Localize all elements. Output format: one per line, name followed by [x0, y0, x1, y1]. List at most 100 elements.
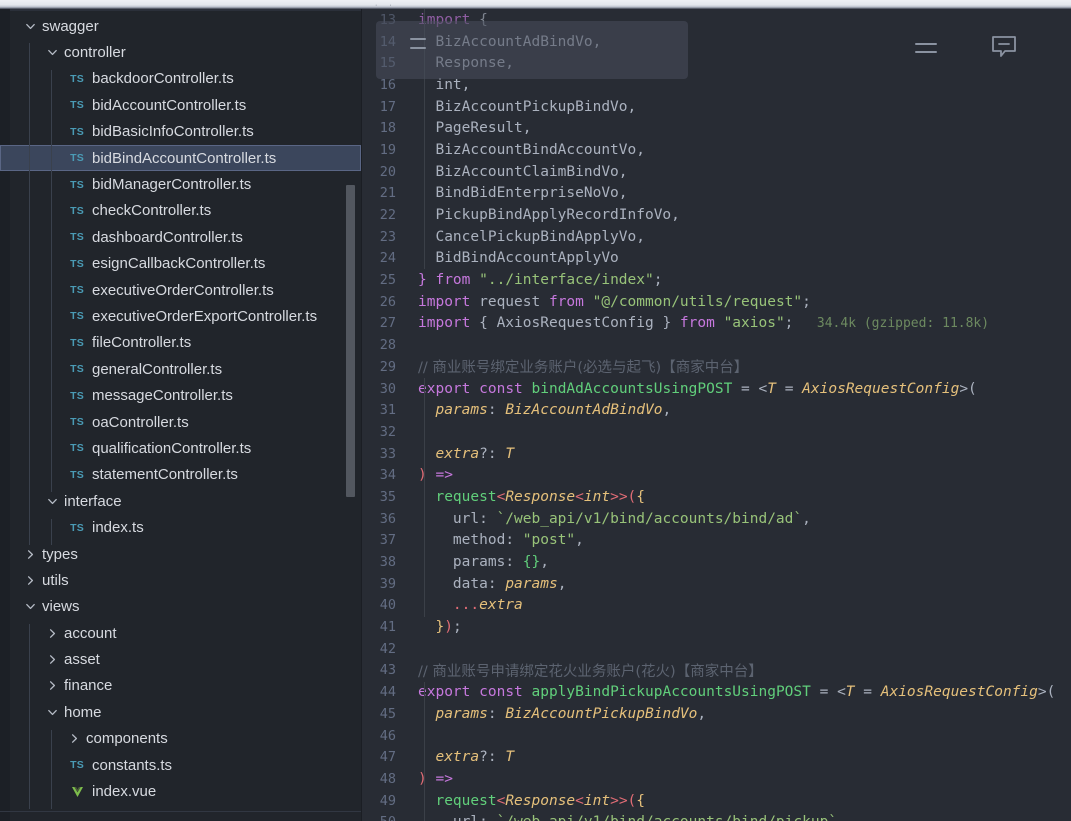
- code-line[interactable]: 33 extra?: T: [362, 443, 1071, 465]
- chevron-down-icon[interactable]: [44, 704, 60, 720]
- code-line[interactable]: 20 BizAccountClaimBindVo,: [362, 161, 1071, 183]
- chevron-right-icon[interactable]: [22, 572, 38, 588]
- code-line[interactable]: 15 Response,: [362, 52, 1071, 74]
- chevron-down-icon[interactable]: [22, 599, 38, 615]
- code-editor-pane[interactable]: 13 import {14 BizAccountAdBindVo, 15 Respo…: [362, 9, 1071, 821]
- line-number: 14: [379, 33, 396, 50]
- code-line[interactable]: 25} from "../interface/index";: [362, 269, 1071, 291]
- code-lines[interactable]: 13 import {14 BizAccountAdBindVo, 15 Respo…: [362, 9, 1071, 821]
- tree-file-qualificationcontroller-ts[interactable]: TS qualificationController.ts: [0, 435, 361, 461]
- tree-file-backdoorcontroller-ts[interactable]: TS backdoorController.ts: [0, 66, 361, 92]
- code-line[interactable]: 44 export const applyBindPickupAccountsUs…: [362, 681, 1071, 703]
- code-line[interactable]: 41 });: [362, 616, 1071, 638]
- tree-item-label: constants.ts: [92, 756, 173, 774]
- code-line[interactable]: 42: [362, 638, 1071, 660]
- tree-file-oacontroller-ts[interactable]: TS oaController.ts: [0, 409, 361, 435]
- tree-file-dashboardcontroller-ts[interactable]: TS dashboardController.ts: [0, 224, 361, 250]
- code-line[interactable]: 19 BizAccountBindAccountVo,: [362, 139, 1071, 161]
- tree-file-constants-ts[interactable]: TS constants.ts: [0, 752, 361, 778]
- code-line[interactable]: 49 request<Response<int>>({: [362, 790, 1071, 812]
- tree-folder-interface[interactable]: interface: [0, 488, 361, 514]
- tree-folder-controller[interactable]: controller: [0, 39, 361, 65]
- tree-file-messagecontroller-ts[interactable]: TS messageController.ts: [0, 382, 361, 408]
- tree-folder-types[interactable]: types: [0, 541, 361, 567]
- tree-folder-swagger[interactable]: swagger: [0, 13, 361, 39]
- typescript-file-icon: TS: [70, 416, 84, 429]
- tree-folder-asset[interactable]: asset: [0, 646, 361, 672]
- chevron-right-icon[interactable]: [44, 678, 60, 694]
- file-tree[interactable]: swagger controller TS backdoorController.ts…: [0, 13, 361, 809]
- code-line[interactable]: 23 CancelPickupBindApplyVo,: [362, 226, 1071, 248]
- code-line[interactable]: 32: [362, 421, 1071, 443]
- code-line[interactable]: 29 // 商业账号绑定业务账户(必选与起飞)【商家中台】: [362, 356, 1071, 378]
- tree-file-checkcontroller-ts[interactable]: TS checkController.ts: [0, 198, 361, 224]
- sidebar-bottom-divider: [0, 811, 361, 812]
- code-line[interactable]: 22 PickupBindApplyRecordInfoVo,: [362, 204, 1071, 226]
- comment-bubble-icon[interactable]: [990, 34, 1018, 58]
- tree-file-bidaccountcontroller-ts[interactable]: TS bidAccountController.ts: [0, 92, 361, 118]
- tree-indent-guide: [29, 624, 30, 809]
- code-line[interactable]: 40 ...extra: [362, 595, 1071, 617]
- code-line[interactable]: 14 BizAccountAdBindVo,: [362, 31, 1071, 53]
- code-line[interactable]: 34) =>: [362, 464, 1071, 486]
- code-line[interactable]: 28: [362, 334, 1071, 356]
- code-line[interactable]: 16 int,: [362, 74, 1071, 96]
- tree-folder-components[interactable]: components: [0, 726, 361, 752]
- tree-file-esigncallbackcontroller-ts[interactable]: TS esignCallbackController.ts: [0, 251, 361, 277]
- tree-folder-utils[interactable]: utils: [0, 567, 361, 593]
- chevron-right-icon[interactable]: [66, 731, 82, 747]
- tree-indent-guide: [51, 518, 52, 545]
- chevron-down-icon[interactable]: [22, 18, 38, 34]
- tree-indent-guide: [51, 69, 52, 493]
- chevron-right-icon[interactable]: [44, 652, 60, 668]
- code-line[interactable]: 13 import {: [362, 9, 1071, 31]
- sidebar-scrollbar-thumb[interactable]: [346, 185, 355, 497]
- code-line-text: BizAccountAdBindVo,: [418, 33, 602, 50]
- code-line[interactable]: 38 params: {},: [362, 551, 1071, 573]
- code-line[interactable]: 17 BizAccountPickupBindVo,: [362, 96, 1071, 118]
- code-line[interactable]: 47 extra?: T: [362, 746, 1071, 768]
- code-line-text: ...extra: [418, 597, 523, 614]
- chevron-down-icon[interactable]: [44, 45, 60, 61]
- code-line[interactable]: 30 export const bindAdAccountsUsingPOST =…: [362, 378, 1071, 400]
- code-line[interactable]: 26 import request from "@/common/utils/re…: [362, 291, 1071, 313]
- tree-file-bidmanagercontroller-ts[interactable]: TS bidManagerController.ts: [0, 171, 361, 197]
- tree-folder-account[interactable]: account: [0, 620, 361, 646]
- code-line[interactable]: 21 BindBidEnterpriseNoVo,: [362, 183, 1071, 205]
- chevron-right-icon[interactable]: [44, 625, 60, 641]
- code-line[interactable]: 50 url: `/web_api/v1/bind/accounts/bind/…: [362, 811, 1071, 821]
- code-line[interactable]: 46: [362, 725, 1071, 747]
- code-line[interactable]: 45 params: BizAccountPickupBindVo,: [362, 703, 1071, 725]
- tree-file-executiveordercontroller-ts[interactable]: TS executiveOrderController.ts: [0, 277, 361, 303]
- file-explorer-sidebar[interactable]: swagger controller TS backdoorController.ts…: [0, 9, 362, 821]
- tree-file-index-ts[interactable]: TS index.ts: [0, 514, 361, 540]
- code-line[interactable]: 24 BidBindAccountApplyVo: [362, 248, 1071, 270]
- tree-folder-finance[interactable]: finance: [0, 673, 361, 699]
- code-line[interactable]: 36 url: `/web_api/v1/bind/accounts/bind/…: [362, 508, 1071, 530]
- tree-file-executiveorderexportcontroller-ts[interactable]: TS executiveOrderExportController.ts: [0, 303, 361, 329]
- tree-file-generalcontroller-ts[interactable]: TS generalController.ts: [0, 356, 361, 382]
- code-line[interactable]: 48) =>: [362, 768, 1071, 790]
- tree-folder-home[interactable]: home: [0, 699, 361, 725]
- line-number: 50: [362, 814, 408, 821]
- tree-file-filecontroller-ts[interactable]: TS fileController.ts: [0, 330, 361, 356]
- code-line[interactable]: 31 params: BizAccountAdBindVo,: [362, 399, 1071, 421]
- code-line[interactable]: 18 PageResult,: [362, 117, 1071, 139]
- code-line[interactable]: 27 import { AxiosRequestConfig } from "ax…: [362, 313, 1071, 335]
- typescript-file-icon: TS: [70, 310, 84, 323]
- tree-item-label: account: [64, 624, 117, 642]
- code-line[interactable]: 43 // 商业账号申请绑定花火业务账户(花火)【商家中台】: [362, 660, 1071, 682]
- inline-lines-icon[interactable]: [915, 39, 941, 53]
- code-line[interactable]: 39 data: params,: [362, 573, 1071, 595]
- line-number: 38: [379, 554, 396, 571]
- tree-file-bidbasicinfocontroller-ts[interactable]: TS bidBasicInfoController.ts: [0, 119, 361, 145]
- tree-file-bidbindaccountcontroller-ts[interactable]: TS bidBindAccountController.ts: [0, 144, 361, 172]
- code-line[interactable]: 35 request<Response<int>>({: [362, 486, 1071, 508]
- fold-lines-icon[interactable]: [410, 35, 432, 57]
- chevron-down-icon[interactable]: [44, 493, 60, 509]
- tree-file-statementcontroller-ts[interactable]: TS statementController.ts: [0, 462, 361, 488]
- tree-file-index-vue[interactable]: index.vue: [0, 778, 361, 804]
- chevron-right-icon[interactable]: [22, 546, 38, 562]
- code-line[interactable]: 37 method: "post",: [362, 530, 1071, 552]
- tree-folder-views[interactable]: views: [0, 594, 361, 620]
